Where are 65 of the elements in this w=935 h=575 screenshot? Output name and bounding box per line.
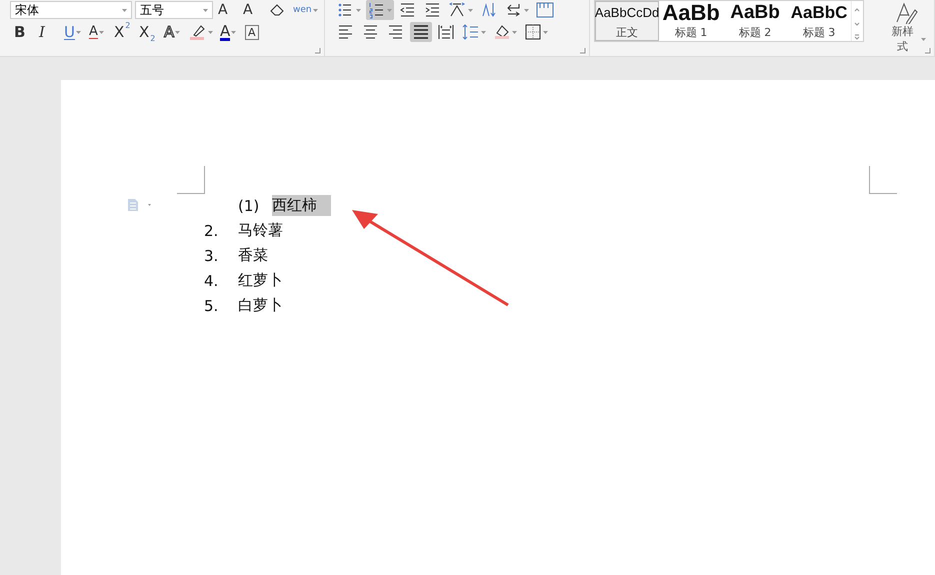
- distribute-icon: [436, 23, 455, 41]
- caret-icon: [356, 8, 361, 12]
- list-number: (1): [238, 196, 260, 214]
- caret-icon: [203, 8, 208, 12]
- dialog-launcher-icon[interactable]: [925, 48, 931, 54]
- caret-icon: [98, 30, 104, 34]
- italic-button[interactable]: I: [37, 22, 59, 42]
- underline-button[interactable]: U: [62, 22, 84, 42]
- numbered-list-icon: [368, 1, 386, 19]
- caret-icon: [524, 8, 529, 12]
- font-size-dropdown[interactable]: 五号: [135, 1, 213, 19]
- numbered-list-button[interactable]: [366, 0, 394, 20]
- shrink-font-button[interactable]: A: [241, 0, 263, 20]
- text-effect-button[interactable]: A: [162, 22, 184, 42]
- shading-icon: [492, 23, 511, 41]
- caret-icon: [468, 8, 473, 12]
- list-item-text: 香菜: [238, 245, 269, 266]
- font-name-dropdown[interactable]: 宋体: [10, 1, 132, 19]
- align-left-icon: [336, 23, 355, 41]
- caret-icon: [542, 30, 548, 34]
- phonetic-guide-button[interactable]: wen: [291, 0, 320, 20]
- caret-icon: [175, 30, 180, 34]
- list-item-text: 西红柿: [272, 195, 331, 216]
- caret-icon: [512, 30, 517, 34]
- list-item-text: 红萝卜: [238, 270, 284, 291]
- list-item-text: 白萝卜: [238, 295, 284, 316]
- caret-icon: [480, 30, 486, 34]
- list-number: 4.: [204, 272, 220, 290]
- style-option[interactable]: AaBbCcDd 正文: [595, 1, 660, 41]
- outdent-icon: [398, 1, 417, 19]
- new-style-icon: [894, 2, 918, 24]
- justify-icon: [412, 23, 430, 41]
- ruler-icon: [536, 1, 554, 19]
- bold-button[interactable]: B: [12, 22, 34, 42]
- list-item-text: 马铃薯: [238, 220, 284, 241]
- caret-icon: [386, 8, 392, 12]
- ruler-button[interactable]: [534, 0, 556, 20]
- caret-icon: [312, 8, 318, 12]
- align-right-icon: [386, 23, 405, 41]
- grow-font-button[interactable]: A: [216, 0, 238, 20]
- text-layout-icon: [448, 1, 467, 19]
- margin-corner-mark: [177, 166, 205, 194]
- highlighter-icon: [189, 23, 207, 41]
- caret-icon: [76, 30, 81, 34]
- line-spacing-icon: [462, 23, 480, 41]
- sort-icon: [480, 1, 498, 19]
- line-spacing-button[interactable]: [460, 22, 488, 42]
- caret-icon: [122, 8, 127, 12]
- strikethrough-button[interactable]: A: [87, 22, 109, 42]
- dialog-launcher-icon[interactable]: [314, 48, 321, 54]
- new-style-button[interactable]: 新样式: [882, 0, 930, 56]
- dialog-launcher-icon[interactable]: [580, 48, 586, 54]
- justify-button[interactable]: [410, 22, 432, 42]
- list-number: 2.: [204, 222, 220, 240]
- list-number: 5.: [204, 296, 220, 314]
- character-border-button[interactable]: A: [243, 22, 265, 42]
- caret-icon: [231, 30, 236, 34]
- caret-icon: [208, 30, 213, 34]
- caret-icon: [921, 38, 926, 40]
- align-center-icon: [362, 23, 380, 41]
- indent-icon: [424, 1, 442, 19]
- borders-icon: [524, 23, 542, 41]
- list-number: 3.: [204, 246, 220, 264]
- margin-corner-mark: [869, 166, 897, 194]
- font-color-button[interactable]: A: [218, 22, 240, 42]
